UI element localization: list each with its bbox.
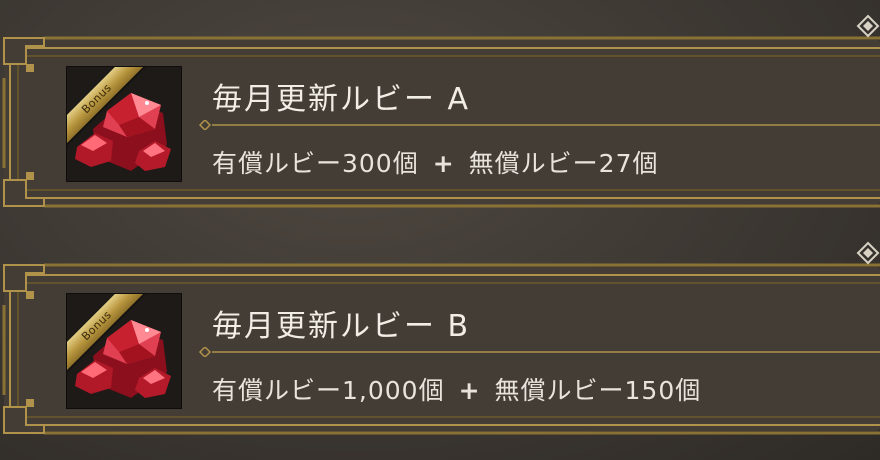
- product-contents: 有償ルビー300個 + 無償ルビー27個: [212, 144, 658, 180]
- product-contents: 有償ルビー1,000個 + 無償ルビー150個: [212, 371, 701, 407]
- product-card[interactable]: Bonus 毎月更新ルビー B 有償ルビー1,000個 + 無償ルビー150個: [0, 235, 880, 435]
- free-ruby-amount: 無償ルビー27個: [468, 149, 659, 178]
- corner-ornament-icon: [856, 241, 880, 265]
- divider: [198, 120, 880, 130]
- plus-sign: +: [458, 376, 481, 405]
- product-title: 毎月更新ルビー B: [212, 309, 471, 344]
- free-ruby-amount: 無償ルビー150個: [494, 376, 702, 405]
- plus-sign: +: [432, 149, 455, 178]
- paid-ruby-amount: 有償ルビー1,000個: [212, 376, 445, 405]
- product-card[interactable]: Bonus 毎月更新ルビー A 有償ルビー300個 + 無償ルビー27個: [0, 8, 880, 208]
- ruby-item-icon: Bonus: [66, 293, 182, 409]
- product-title: 毎月更新ルビー A: [212, 82, 471, 117]
- paid-ruby-amount: 有償ルビー300個: [212, 149, 419, 178]
- ruby-item-icon: Bonus: [66, 66, 182, 182]
- divider: [198, 347, 880, 357]
- corner-ornament-icon: [856, 14, 880, 38]
